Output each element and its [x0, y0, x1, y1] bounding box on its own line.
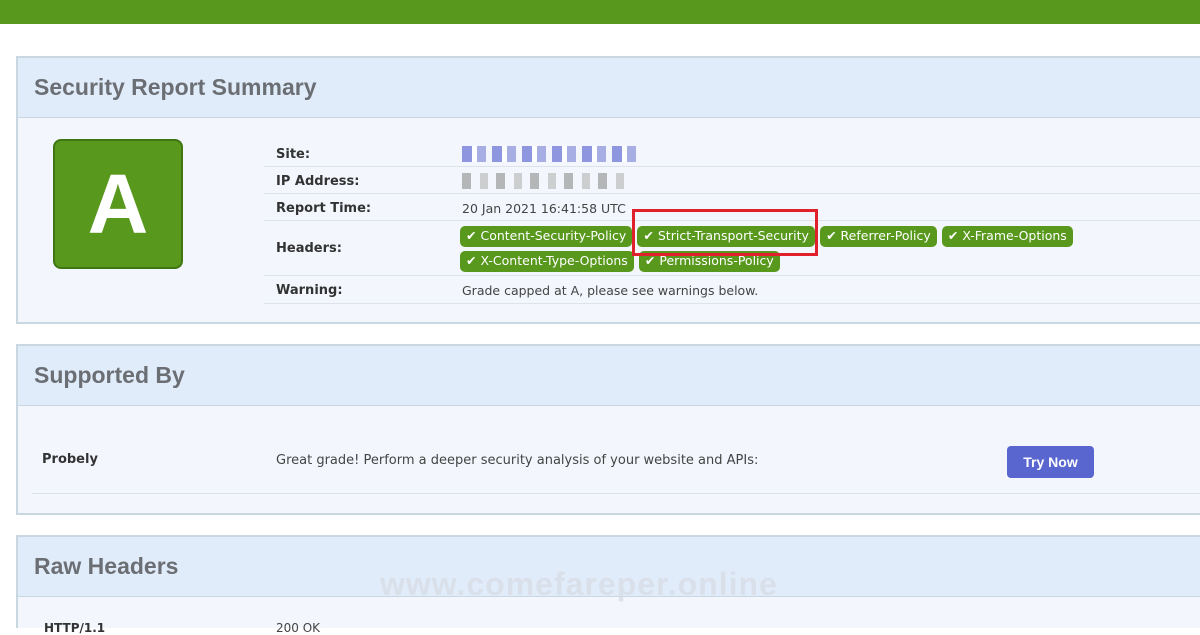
ip-row: IP Address:	[264, 167, 1200, 194]
sponsor-name: Probely	[42, 452, 98, 467]
check-icon: ✔	[826, 228, 837, 243]
report-time-label: Report Time:	[276, 201, 372, 216]
raw-title: Raw Headers	[34, 553, 179, 579]
summary-title: Security Report Summary	[34, 74, 317, 100]
header-badge: ✔ X-Content-Type-Options	[460, 251, 634, 272]
summary-header: Security Report Summary	[18, 58, 1200, 118]
site-label: Site:	[276, 147, 311, 162]
check-icon: ✔	[466, 253, 477, 268]
header-badge: ✔ Content-Security-Policy	[460, 226, 633, 247]
watermark: www.comefareper.online	[380, 566, 778, 602]
warning-value: Grade capped at A, please see warnings b…	[462, 283, 759, 298]
header-badge: ✔ X-Frame-Options	[941, 226, 1073, 247]
header-badge: ✔ Referrer-Policy	[820, 226, 937, 247]
warning-label: Warning:	[276, 283, 343, 298]
supported-by-panel: Supported By Probely Great grade! Perfor…	[16, 344, 1200, 515]
highlight-box	[632, 209, 818, 256]
raw-header-key: HTTP/1.1	[44, 621, 106, 635]
supported-header: Supported By	[18, 346, 1200, 406]
ip-value-redacted	[462, 173, 630, 189]
report-time-value: 20 Jan 2021 16:41:58 UTC	[462, 201, 626, 216]
headers-label: Headers:	[276, 241, 342, 256]
sponsor-row: Probely Great grade! Perform a deeper se…	[32, 430, 1200, 494]
sponsor-text: Great grade! Perform a deeper security a…	[276, 453, 759, 468]
top-bar	[0, 0, 1200, 24]
check-icon: ✔	[466, 228, 477, 243]
security-report-summary-panel: Security Report Summary A Site: IP Addre…	[16, 56, 1200, 324]
supported-title: Supported By	[34, 362, 185, 388]
site-row: Site:	[264, 140, 1200, 167]
ip-label: IP Address:	[276, 174, 360, 189]
raw-header-value: 200 OK	[276, 621, 321, 635]
try-now-button[interactable]: Try Now	[1007, 446, 1094, 478]
site-value-redacted	[462, 146, 638, 162]
check-icon: ✔	[947, 228, 959, 243]
grade-badge: A	[53, 139, 183, 269]
warning-row: Warning: Grade capped at A, please see w…	[264, 276, 1200, 304]
